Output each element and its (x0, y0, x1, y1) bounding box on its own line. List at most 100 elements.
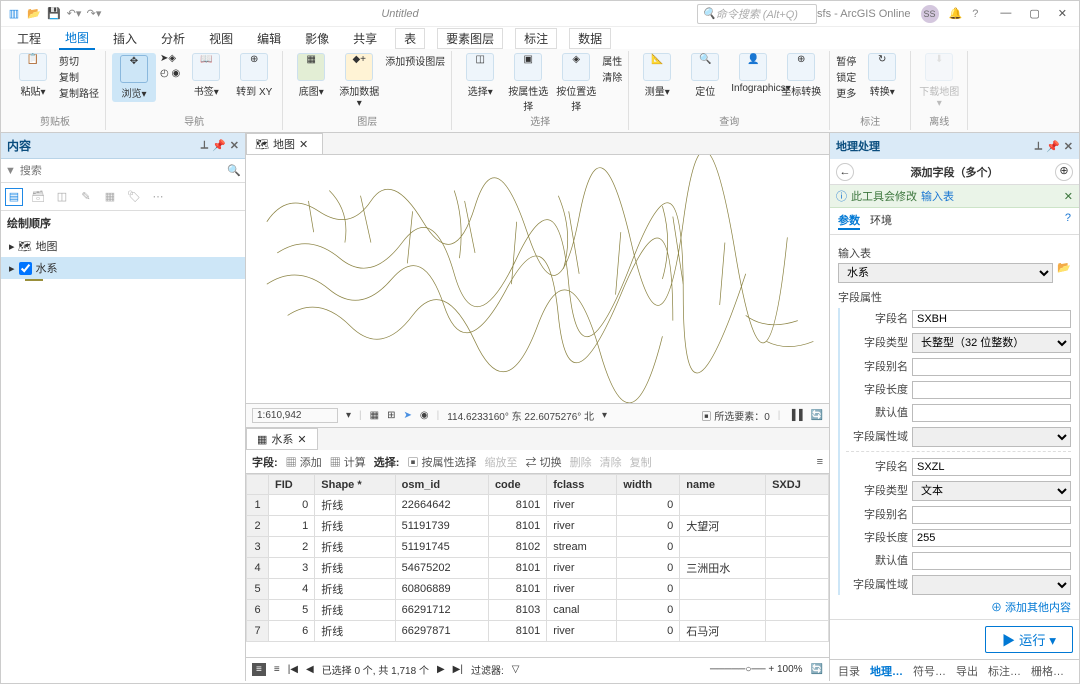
adddata-button[interactable]: ◆+添加数据▾ (337, 53, 381, 109)
tab-analysis[interactable]: 分析 (155, 28, 191, 49)
goto-xy-button[interactable]: ⊕转到 XY (232, 53, 276, 98)
morelabel-button[interactable]: 更多 (836, 85, 856, 100)
tab-edit[interactable]: 编辑 (251, 28, 287, 49)
filter-tool-icon[interactable]: ▽ (512, 664, 520, 675)
gp-fieldtype-0[interactable]: 长整型（32 位整数） (912, 333, 1071, 353)
basemap-button[interactable]: ▦底图▾ (289, 53, 333, 98)
btab-export[interactable]: 导出 (956, 663, 978, 679)
pauselabel-button[interactable]: 暂停 (836, 53, 856, 68)
gp-fieldtype-1[interactable]: 文本 (912, 481, 1071, 501)
gp-fieldalias-1[interactable] (912, 506, 1071, 524)
view-sel-icon[interactable]: ≡ (274, 664, 280, 675)
tbl-switch-button[interactable]: ⇄ 切换 (526, 454, 562, 470)
gp-warn-close-icon[interactable]: ✕ (1064, 190, 1073, 203)
btab-raster[interactable]: 栅格… (1031, 663, 1064, 679)
gp-close-icon[interactable]: ✕ (1064, 140, 1073, 153)
coordconv-button[interactable]: ⊕坐标转换 (779, 53, 823, 98)
status-icon2[interactable]: ⊞ (387, 410, 395, 421)
tab-view[interactable]: 视图 (203, 28, 239, 49)
col-width[interactable]: width (617, 475, 680, 495)
run-button[interactable]: ▶ 运行 ▾ (985, 626, 1073, 653)
col-FID[interactable]: FID (269, 475, 315, 495)
browse-icon[interactable]: 📂 (1057, 261, 1071, 283)
tab-labeling[interactable]: 标注 (515, 28, 557, 49)
btab-label[interactable]: 标注… (988, 663, 1021, 679)
qat-redo-icon[interactable]: ↷▾ (85, 5, 103, 23)
nav-tool-icon[interactable]: ➤◈ (160, 53, 180, 64)
maximize-icon[interactable]: ▢ (1029, 7, 1039, 20)
status-icon1[interactable]: ▦ (370, 410, 379, 421)
col-SXDJ[interactable]: SXDJ (766, 475, 829, 495)
toc-source-icon[interactable]: 🗃 (29, 188, 47, 206)
btab-gp[interactable]: 地理… (870, 663, 903, 679)
view-all-icon[interactable]: ≡ (252, 663, 266, 676)
close-icon[interactable]: ✕ (1058, 7, 1067, 20)
table-row[interactable]: 32折线51191745 8102stream0 (247, 537, 829, 558)
map-tab[interactable]: 🗺 地图 ✕ (246, 133, 323, 154)
infographics-button[interactable]: 👤Infographics▾ (731, 53, 775, 94)
explore-button[interactable]: ✥浏览▾ (112, 53, 156, 102)
qat-new-icon[interactable]: ▥ (5, 5, 23, 23)
qat-save-icon[interactable]: 💾 (45, 5, 63, 23)
gp-fielddomain-1[interactable] (912, 575, 1071, 595)
tab-imagery[interactable]: 影像 (299, 28, 335, 49)
first-icon[interactable]: |◀ (288, 664, 298, 675)
gp-pin-icon[interactable]: 📌 (1046, 140, 1060, 153)
select-button[interactable]: ◫选择▾ (458, 53, 502, 98)
field-calc-button[interactable]: ▦ 计算 (330, 454, 366, 470)
gp-fielddef-1[interactable] (912, 552, 1071, 570)
tab-data[interactable]: 数据 (569, 28, 611, 49)
tbl-refresh-icon[interactable]: 🔄 (811, 664, 823, 675)
layer-symbol[interactable] (25, 279, 43, 281)
gp-fieldlen-1[interactable] (912, 529, 1071, 547)
status-icon3[interactable]: ➤ (403, 410, 411, 421)
selbyloc-button[interactable]: ◈按位置选择 (554, 53, 598, 113)
gp-fieldlen-0[interactable] (912, 381, 1071, 399)
selbyattr-button[interactable]: ▣按属性选择 (506, 53, 550, 113)
col-fclass[interactable]: fclass (547, 475, 617, 495)
copy-button[interactable]: 复制 (59, 69, 99, 84)
map-canvas[interactable] (246, 155, 829, 403)
layer-toggle[interactable] (19, 262, 32, 275)
minimize-icon[interactable]: — (1000, 7, 1011, 20)
tab-table[interactable]: 表 (395, 28, 425, 49)
prev-icon[interactable]: ◀ (306, 664, 314, 675)
downloadmap-button[interactable]: ⬇下载地图▾ (917, 53, 961, 109)
pane-close-icon[interactable]: ✕ (230, 139, 239, 152)
addpreset-button[interactable]: 添加预设图层 (385, 53, 445, 68)
table-row[interactable]: 21折线51191739 8101river0大望河 (247, 516, 829, 537)
paste-button[interactable]: 📋粘贴▾ (11, 53, 55, 98)
pane-autohide-icon[interactable]: ⟂ (201, 139, 208, 152)
table-row[interactable]: 54折线60806889 8101river0 (247, 579, 829, 600)
toc-label-icon[interactable]: 🏷 (125, 188, 143, 206)
account-label[interactable]: sfs - ArcGIS Online (817, 8, 911, 20)
last-icon[interactable]: ▶| (453, 664, 463, 675)
measure-button[interactable]: 📐测量▾ (635, 53, 679, 98)
gp-autohide-icon[interactable]: ⟂ (1035, 140, 1042, 153)
col-name[interactable]: name (680, 475, 766, 495)
status-icon4[interactable]: ◉ (420, 410, 429, 421)
tab-map[interactable]: 地图 (59, 27, 95, 50)
refresh-icon[interactable]: 🔄 (811, 410, 823, 421)
gp-warn-link[interactable]: 输入表 (921, 188, 954, 204)
gp-fieldname-1[interactable] (912, 458, 1071, 476)
locklabel-button[interactable]: 锁定 (836, 69, 856, 84)
gp-fieldname-0[interactable] (912, 310, 1071, 328)
pause-draw-icon[interactable]: ▐▐ (788, 410, 802, 421)
scale-dropdown-icon[interactable]: ▾ (346, 410, 351, 421)
copypath-button[interactable]: 复制路径 (59, 85, 99, 100)
nav-tool2-icon[interactable]: ◴ ◉ (160, 68, 180, 79)
col-Shape *[interactable]: Shape * (315, 475, 395, 495)
qat-undo-icon[interactable]: ↶▾ (65, 5, 83, 23)
user-avatar[interactable]: SS (921, 5, 939, 23)
cut-button[interactable]: 剪切 (59, 53, 99, 68)
gp-tab-params[interactable]: 参数 (838, 212, 860, 230)
help-icon[interactable]: ? (972, 8, 978, 20)
gp-input-table[interactable]: 水系 (838, 263, 1053, 283)
btab-symbol[interactable]: 符号… (913, 663, 946, 679)
gp-fielddef-0[interactable] (912, 404, 1071, 422)
gp-back-icon[interactable]: ← (836, 163, 854, 181)
btab-catalog[interactable]: 目录 (838, 663, 860, 679)
qat-open-icon[interactable]: 📂 (25, 5, 43, 23)
gp-add-more[interactable]: ⊕ 添加其他内容 (838, 595, 1071, 619)
